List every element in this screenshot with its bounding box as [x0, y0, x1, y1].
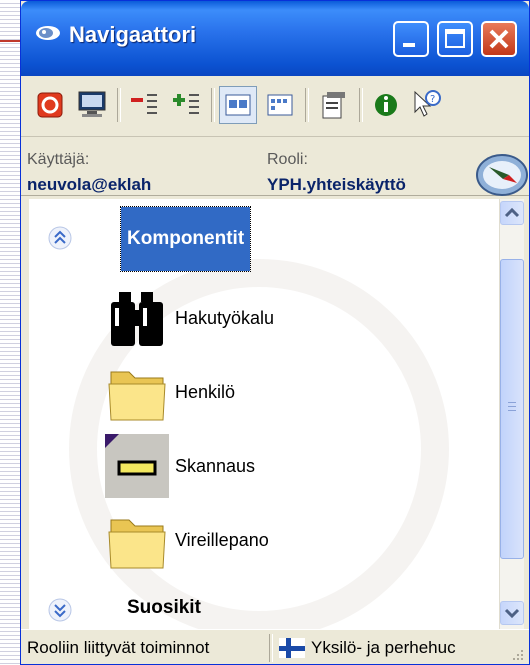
group-header-komponentit[interactable]: Komponentit — [119, 206, 252, 272]
group-header-suosikit[interactable]: Suosikit — [127, 597, 201, 619]
folder-icon — [108, 519, 166, 569]
expand-group-icon[interactable] — [47, 597, 73, 623]
status-unit: Yksilö- ja perhehuc — [311, 638, 456, 657]
role-value: YPH.yhteiskäyttö — [267, 175, 406, 194]
window-title: Navigaattori — [69, 22, 197, 47]
chevron-down-icon — [504, 608, 520, 619]
folder-icon — [108, 371, 166, 421]
info-icon — [375, 94, 397, 116]
toolbar-separator — [211, 88, 215, 122]
collapse-button[interactable] — [125, 86, 163, 124]
close-button[interactable] — [481, 21, 517, 57]
minimize-icon — [403, 43, 415, 47]
close-icon — [489, 29, 509, 49]
minimize-button[interactable] — [393, 21, 429, 57]
list-item-label: Henkilö — [175, 381, 236, 402]
user-value: neuvola@eklah — [27, 175, 152, 194]
resize-grip-icon[interactable] — [509, 646, 525, 662]
properties-button[interactable] — [315, 86, 353, 124]
svg-text:?: ? — [430, 94, 435, 105]
help-pointer-icon: ? — [414, 90, 441, 117]
list-item[interactable]: Hakutyökalu — [105, 283, 274, 353]
toolbar-separator — [305, 88, 309, 122]
small-icons-view-icon — [267, 94, 293, 116]
scrollbar-thumb[interactable] — [500, 259, 524, 559]
info-button[interactable] — [367, 86, 405, 124]
vertical-scrollbar[interactable] — [499, 199, 524, 629]
monitor-button[interactable] — [73, 86, 111, 124]
binoculars-icon — [111, 292, 163, 346]
compass-icon[interactable] — [475, 153, 529, 197]
toolbar-separator — [359, 88, 363, 122]
toolbar-separator — [117, 88, 121, 122]
list-item[interactable]: Henkilö — [105, 357, 235, 427]
properties-icon — [322, 92, 345, 119]
large-icons-view-button[interactable] — [219, 86, 257, 124]
collapse-group-icon[interactable] — [47, 225, 73, 251]
list-item[interactable]: Vireillepano — [105, 505, 269, 575]
role-label: Rooli: — [267, 151, 308, 168]
monitor-icon — [78, 91, 106, 117]
expand-button[interactable] — [167, 86, 205, 124]
finland-flag-icon — [279, 638, 305, 658]
power-off-button[interactable] — [31, 86, 69, 124]
navigator-content: Komponentit Hakutyökalu Henkilö Skannaus… — [29, 199, 499, 629]
list-item[interactable]: Skannaus — [105, 431, 255, 501]
scroll-up-button[interactable] — [500, 201, 524, 225]
large-icons-view-icon — [225, 94, 251, 116]
app-eye-icon — [36, 26, 60, 40]
expand-icon — [173, 94, 199, 114]
scanner-icon — [105, 434, 169, 498]
status-bar: Rooliin liittyvät toiminnot Yksilö- ja p… — [21, 629, 529, 664]
list-item-label: Hakutyökalu — [175, 307, 275, 328]
user-info-panel: Käyttäjä: neuvola@eklah Rooli: YPH.yhtei… — [21, 137, 529, 196]
maximize-icon — [445, 29, 465, 48]
chevron-up-icon — [504, 207, 520, 218]
toolbar: ? — [21, 76, 529, 137]
list-item-label: Skannaus — [175, 455, 256, 476]
small-icons-view-button[interactable] — [261, 86, 299, 124]
scroll-down-button[interactable] — [500, 601, 524, 625]
list-item-label: Vireillepano — [175, 529, 269, 550]
power-off-icon — [37, 92, 63, 118]
status-separator — [269, 634, 273, 662]
user-label: Käyttäjä: — [27, 151, 90, 168]
help-pointer-button[interactable]: ? — [407, 86, 445, 124]
collapse-icon — [131, 94, 157, 114]
grip-icon — [508, 402, 516, 411]
navigator-window: Navigaattori ? Käyttäjä: neuvola@eklah R… — [20, 0, 530, 665]
maximize-button[interactable] — [437, 21, 473, 57]
status-role-actions: Rooliin liittyvät toiminnot — [27, 638, 210, 657]
title-bar[interactable]: Navigaattori — [21, 1, 529, 76]
